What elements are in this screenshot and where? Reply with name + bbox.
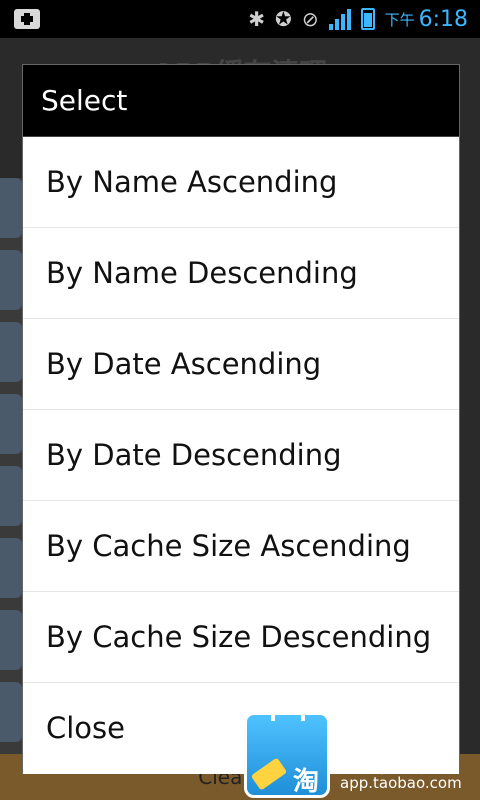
option-date-descending[interactable]: By Date Descending [23,410,459,501]
taobao-app-watermark: 淘 淘应用 app.taobao.com [240,697,480,800]
status-icons: ✱ ✪ ⊘ 下午 6:18 [248,5,468,33]
option-cache-size-descending[interactable]: By Cache Size Descending [23,592,459,683]
option-name-descending[interactable]: By Name Descending [23,228,459,319]
watermark-name: 淘应用 [338,735,459,779]
option-date-ascending[interactable]: By Date Ascending [23,319,459,410]
shopping-bag-icon: 淘 [244,697,330,798]
notification-plus-icon [14,9,40,29]
status-time: 6:18 [418,6,468,32]
mute-icon: ⊘ [301,7,319,31]
watermark-url: app.taobao.com [340,774,462,792]
signal-icon [328,8,351,30]
sort-select-dialog: Select By Name Ascending By Name Descend… [22,64,460,774]
battery-charging-icon [360,8,375,30]
option-cache-size-ascending[interactable]: By Cache Size Ascending [23,501,459,592]
watermark-badge-glyph: 淘 [293,767,320,797]
status-bar: ✱ ✪ ⊘ 下午 6:18 [0,0,480,38]
bluetooth-icon: ✱ [248,7,266,31]
bulb-icon: ✪ [275,7,292,31]
dialog-title: Select [23,65,459,137]
app-tag-icon [250,757,288,791]
status-time-prefix: 下午 [384,10,415,29]
option-name-ascending[interactable]: By Name Ascending [23,137,459,228]
background-app-list [0,178,22,758]
